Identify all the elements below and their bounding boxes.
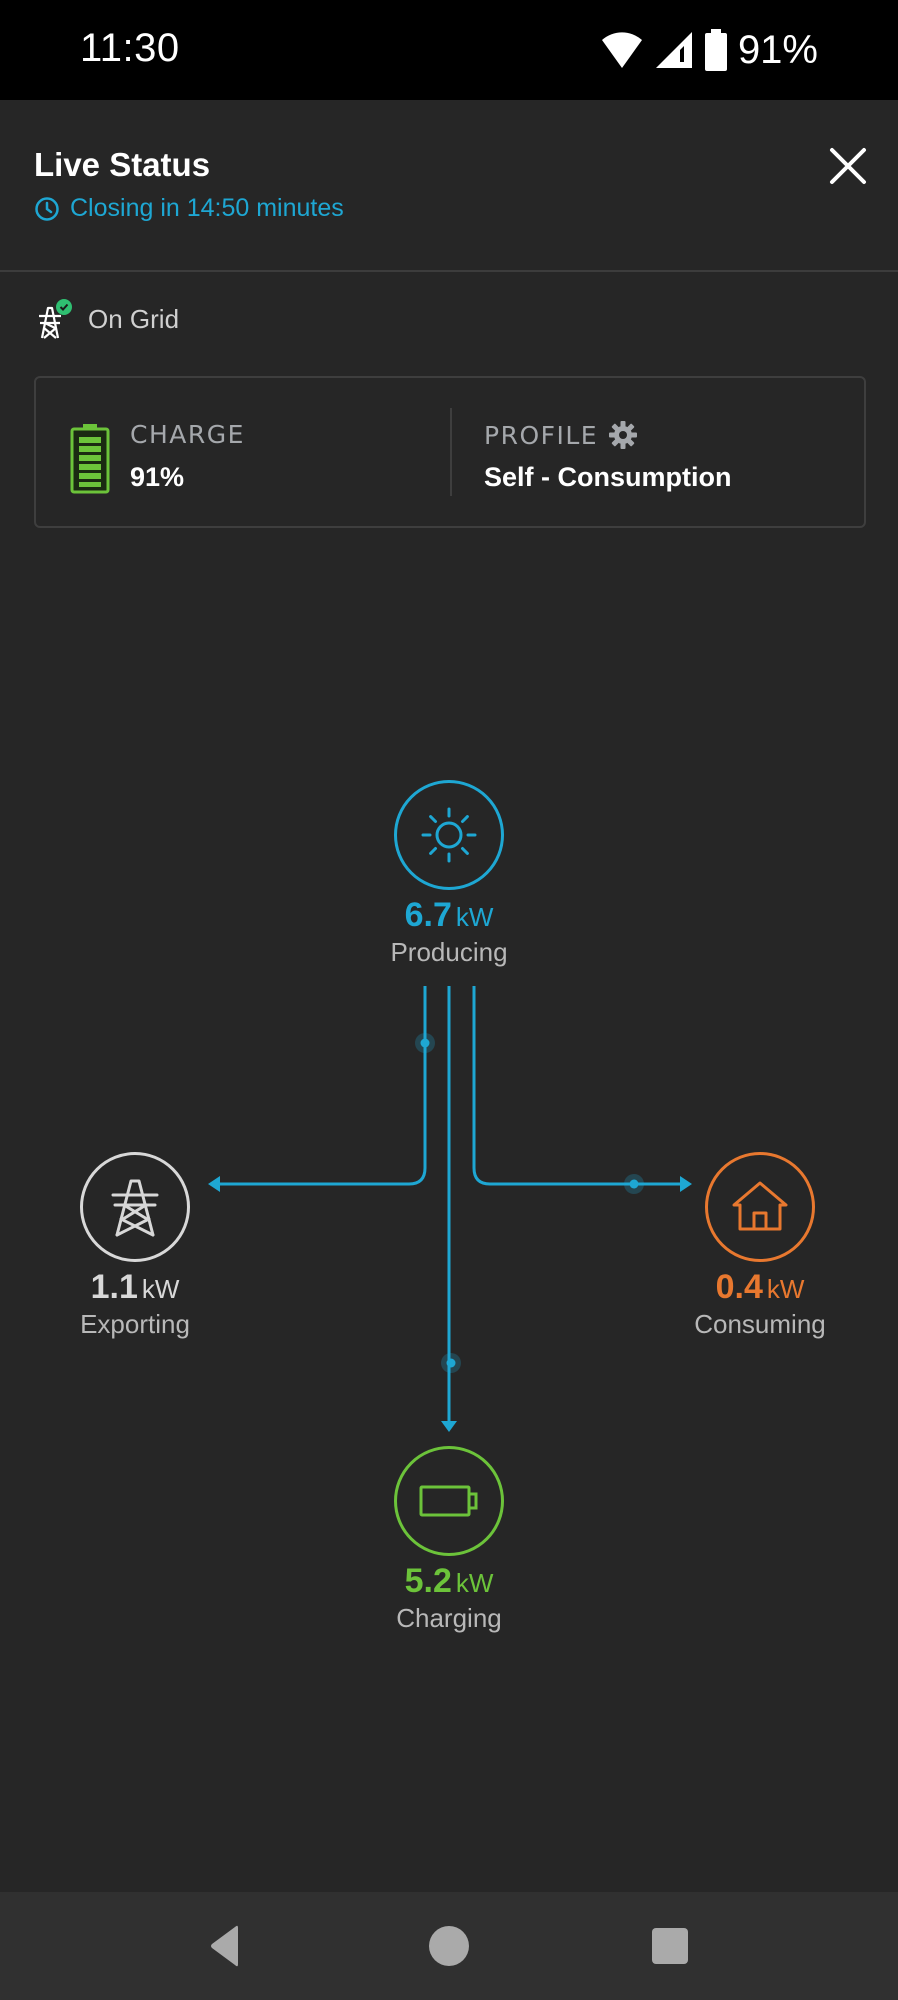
charge-value: 91% xyxy=(130,462,185,492)
cellular-signal-icon xyxy=(655,32,692,68)
sun-icon xyxy=(421,807,477,863)
grid-value-number: 1.1 xyxy=(90,1268,138,1306)
summary-card: CHARGE 91% PROFILE Self - Consumption xyxy=(34,376,866,528)
grid-node[interactable]: 1.1 kW Exporting xyxy=(15,1152,255,1340)
profile-value[interactable]: Self - Consumption xyxy=(484,462,731,493)
status-bar: 11:30 91% xyxy=(0,0,898,100)
clock-icon xyxy=(35,196,59,221)
power-flow-diagram: 6.7 kW Producing 1.1 kW Exporting 0.4 kW… xyxy=(0,740,898,1660)
profile-label-text: PROFILE xyxy=(484,420,599,450)
battery-percent: 91% xyxy=(737,27,818,72)
solar-value-number: 6.7 xyxy=(404,896,452,934)
grid-status-label: On Grid xyxy=(88,303,180,334)
home-icon[interactable] xyxy=(427,1924,471,1968)
grid-ring xyxy=(80,1152,190,1262)
profile-label[interactable]: PROFILE xyxy=(484,420,638,450)
home-value: 0.4 kW xyxy=(640,1268,880,1307)
battery-caption: Charging xyxy=(396,1603,502,1633)
grid-status: On Grid xyxy=(34,298,179,340)
status-time: 11:30 xyxy=(80,26,180,70)
battery-charge-icon xyxy=(70,424,110,494)
live-status-header: Live Status Closing in 14:50 minutes xyxy=(0,100,898,272)
solar-value: 6.7 kW xyxy=(329,896,569,935)
battery-value-number: 5.2 xyxy=(404,1562,452,1600)
grid-tower-check-icon xyxy=(39,299,72,339)
closing-countdown-text: Closing in 14:50 minutes xyxy=(70,194,344,222)
home-ring xyxy=(705,1152,815,1262)
solar-caption: Producing xyxy=(390,937,508,967)
battery-value-unit: kW xyxy=(455,1568,494,1598)
battery-icon xyxy=(419,1485,478,1517)
solar-node[interactable]: 6.7 kW Producing xyxy=(329,780,569,968)
battery-icon xyxy=(704,29,727,71)
back-icon[interactable] xyxy=(204,1924,248,1968)
house-icon xyxy=(732,1181,788,1231)
card-divider xyxy=(450,408,452,496)
grid-caption: Exporting xyxy=(80,1309,190,1339)
recents-icon[interactable] xyxy=(648,1924,692,1968)
arrow-to-battery xyxy=(441,1421,457,1432)
home-node[interactable]: 0.4 kW Consuming xyxy=(640,1152,880,1340)
status-icons: 91% xyxy=(600,28,818,72)
closing-countdown: Closing in 14:50 minutes xyxy=(34,194,344,223)
grid-value: 1.1 kW xyxy=(15,1268,255,1307)
charge-label: CHARGE xyxy=(130,420,245,449)
solar-ring xyxy=(394,780,504,890)
system-nav-bar xyxy=(0,1892,898,2000)
home-value-number: 0.4 xyxy=(715,1268,763,1306)
grid-value-unit: kW xyxy=(141,1274,180,1304)
power-tower-icon xyxy=(111,1179,159,1237)
home-value-unit: kW xyxy=(766,1274,805,1304)
battery-node[interactable]: 5.2 kW Charging xyxy=(329,1446,569,1634)
gear-icon[interactable] xyxy=(608,420,638,450)
battery-ring xyxy=(394,1446,504,1556)
battery-value: 5.2 kW xyxy=(329,1562,569,1601)
close-icon[interactable] xyxy=(826,144,870,188)
wifi-icon xyxy=(601,32,642,68)
solar-value-unit: kW xyxy=(455,902,494,932)
home-caption: Consuming xyxy=(694,1309,826,1339)
page-title: Live Status xyxy=(34,146,211,183)
